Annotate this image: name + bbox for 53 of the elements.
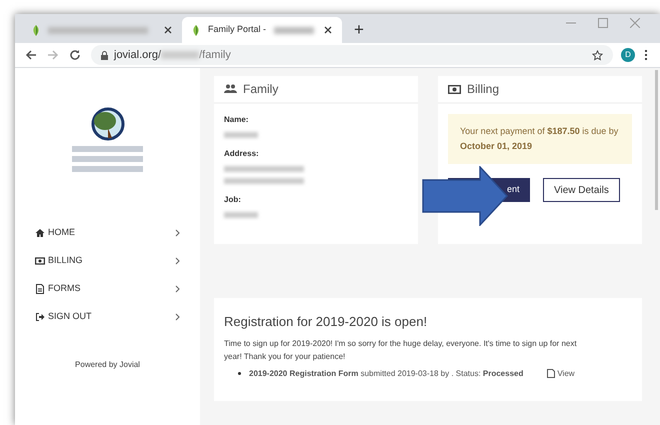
submission-text: 2019-2020 Registration Form submitted 2019-03-18 by . Status: Processed [249,368,524,380]
announcement-title: Registration for 2019-2020 is open! [224,313,428,331]
card-title: Family [243,81,278,98]
field-label: Name: [224,114,250,126]
lock-icon [101,50,108,60]
tab-title: Family Portal - [208,23,266,36]
star-icon[interactable] [592,50,603,60]
view-link[interactable]: View [547,368,575,380]
footer-text: Powered by Jovial [74,359,141,371]
close-icon[interactable] [164,26,172,34]
nav-item[interactable]: BILLING [15,247,200,275]
payment-notice: Your next payment of $187.50 is due by October 01, 2019 [448,114,632,164]
redacted-text [224,212,258,218]
leaf-icon [192,24,200,36]
address-bar[interactable]: jovial.org/ /family [91,45,613,65]
view-details-button[interactable]: View Details [543,178,620,202]
nav-item[interactable]: HOME [15,219,200,247]
nav-item[interactable]: FORMS [15,275,200,303]
chevron-icon [175,229,180,237]
close-icon[interactable] [324,26,332,34]
new-tab-button[interactable]: + [354,21,364,38]
nav-label: SIGN OUT [48,310,92,324]
url-text: /family [199,48,231,63]
exit-icon [35,312,45,322]
document-icon [35,284,45,294]
nav-label: BILLING [48,254,83,268]
nav-label: FORMS [48,282,80,296]
leaf-icon [32,24,40,36]
money-icon [448,84,461,94]
money-icon [35,256,45,266]
url-text: jovial.org/ [114,48,162,63]
users-icon [224,84,237,94]
redacted-text [161,51,200,59]
bullet-icon [238,372,241,375]
scrollbar[interactable] [655,70,658,210]
nav-label: HOME [48,226,75,240]
profile-avatar[interactable]: D [621,48,635,62]
nav-item[interactable]: SIGN OUT [15,303,200,331]
field-label: Job: [224,194,242,206]
field-label: Address: [224,148,260,160]
redacted-text [274,26,314,34]
reload-icon[interactable] [69,49,81,61]
chevron-icon [175,285,180,293]
back-icon[interactable] [25,49,37,61]
redacted-text [224,132,258,138]
announcement-text: Time to sign up for 2019-2020! I'm so sorry for the huge delay, everyone. It's time to sign up for next year! Thank you for your patience! [224,338,578,362]
document-icon [547,369,556,378]
chevron-icon [175,257,180,265]
card-title: Billing [467,81,500,98]
chevron-icon [175,313,180,321]
browser-tab[interactable]: Family Portal - [182,17,342,43]
home-icon [35,228,45,238]
payment-button[interactable]: ent [506,178,530,202]
